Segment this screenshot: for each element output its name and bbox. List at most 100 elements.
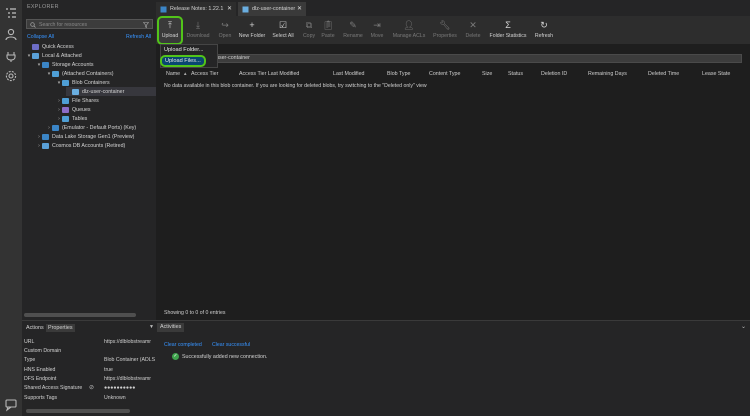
- download-button[interactable]: ⤓ Download: [185, 18, 211, 43]
- manage-acls-button[interactable]: 👤︎ Manage ACLs: [390, 18, 428, 43]
- address-bar: user-container: [156, 53, 750, 64]
- column-header[interactable]: Status: [508, 71, 523, 77]
- column-header[interactable]: Access Tier: [191, 71, 218, 77]
- move-icon: ⇥: [373, 20, 381, 30]
- tree-item-label: Tables: [72, 115, 88, 122]
- column-header[interactable]: Remaining Days: [588, 71, 627, 77]
- delete-label: Delete: [465, 33, 481, 39]
- activity-text: Successfully added new connection.: [182, 353, 268, 360]
- container-icon: [72, 88, 79, 95]
- search-input[interactable]: Search for resources: [26, 19, 153, 29]
- prop-value: Blob Container (ADLS: [104, 357, 156, 363]
- chevron-down-icon[interactable]: ▼: [149, 324, 154, 330]
- tree-item-tables[interactable]: › Tables: [56, 114, 87, 123]
- collapse-all-link[interactable]: Collapse All: [27, 34, 54, 40]
- new-folder-button[interactable]: + New Folder: [237, 18, 267, 43]
- tree-item-emulator[interactable]: › (Emulator - Default Ports) (Key): [46, 123, 136, 132]
- eye-slash-icon[interactable]: ⊘: [89, 384, 94, 391]
- prop-value: Unknown: [104, 395, 126, 401]
- gear-icon[interactable]: [4, 69, 18, 83]
- column-header[interactable]: Deletion ID: [541, 71, 567, 77]
- close-icon[interactable]: ✕: [297, 5, 302, 12]
- refresh-all-link[interactable]: Refresh All: [126, 34, 151, 40]
- tree-item-label: Storage Accounts: [52, 61, 94, 68]
- tree-item-blob-containers[interactable]: ▾ Blob Containers: [56, 78, 110, 87]
- upload-files-item[interactable]: Upload Files...: [160, 55, 206, 67]
- delete-icon: ✕: [469, 20, 477, 30]
- explorer-scrollbar[interactable]: [24, 313, 136, 317]
- search-icon: [30, 21, 36, 28]
- prop-key: Type: [24, 357, 36, 363]
- properties-scrollbar[interactable]: [26, 409, 130, 413]
- clear-completed-link[interactable]: Clear completed: [164, 342, 202, 348]
- tree-item-cosmos-db[interactable]: › Cosmos DB Accounts (Retired): [36, 141, 125, 150]
- close-icon[interactable]: ✕: [227, 5, 232, 12]
- column-header[interactable]: Size: [482, 71, 492, 77]
- tab-release-notes[interactable]: Release Notes: 1.22.1 ✕: [156, 2, 236, 16]
- container-icon: [242, 6, 249, 12]
- tree-item-quick-access[interactable]: Quick Access: [26, 42, 74, 51]
- move-button[interactable]: ⇥ Move: [368, 18, 386, 43]
- data-lake-icon: [42, 133, 49, 140]
- release-notes-icon: [160, 6, 167, 12]
- folder-statistics-label: Folder Statistics: [489, 33, 527, 39]
- tab-actions[interactable]: Actions: [24, 324, 46, 332]
- upload-folder-item[interactable]: Upload Folder...: [164, 47, 204, 53]
- select-all-label: Select All: [272, 33, 294, 39]
- paste-icon: 📋︎: [322, 20, 334, 30]
- refresh-label: Refresh: [534, 33, 554, 39]
- column-header[interactable]: Name: [166, 71, 180, 77]
- table-icon: [62, 115, 69, 122]
- file-share-icon: [62, 97, 69, 104]
- plug-icon[interactable]: [4, 49, 18, 63]
- download-icon: ⤓: [196, 20, 200, 30]
- column-header[interactable]: Access Tier Last Modified: [239, 71, 299, 77]
- tree-item-attached-containers[interactable]: ▾ (Attached Containers): [46, 69, 114, 78]
- column-header[interactable]: Blob Type: [387, 71, 410, 77]
- tree-item-data-lake[interactable]: › Data Lake Storage Gen1 (Preview): [36, 132, 134, 141]
- prop-value: https://dlblobstreamr: [104, 339, 151, 345]
- upload-button[interactable]: ⤒ Upload: [157, 16, 183, 45]
- paste-button[interactable]: 📋︎ Paste: [319, 18, 337, 43]
- select-all-button[interactable]: ☑ Select All: [270, 18, 296, 43]
- tab-properties[interactable]: Properties: [46, 324, 75, 332]
- prop-key: URL: [24, 339, 35, 345]
- tab-dlz-user-container[interactable]: dlz-user-container ✕: [238, 2, 306, 16]
- cosmos-db-icon: [42, 142, 49, 149]
- quick-access-icon: [32, 43, 39, 50]
- rename-button[interactable]: ✎ Rename: [342, 18, 364, 43]
- search-placeholder: Search for resources: [39, 21, 88, 28]
- path-field[interactable]: user-container: [212, 54, 742, 63]
- column-header[interactable]: Content Type: [429, 71, 460, 77]
- chevron-down-icon[interactable]: ⌄: [741, 323, 746, 330]
- feedback-icon[interactable]: [4, 398, 18, 412]
- delete-button[interactable]: ✕ Delete: [463, 18, 483, 43]
- prop-key: Shared Access Signature: [24, 385, 83, 391]
- explorer-icon[interactable]: [4, 6, 18, 20]
- activity-item: ✓ Successfully added new connection.: [172, 353, 267, 360]
- column-header[interactable]: Lease State: [702, 71, 730, 77]
- tree-item-storage-accounts[interactable]: ▾ Storage Accounts: [36, 60, 94, 69]
- activities-panel: Activities ⌄ Clear completed Clear succe…: [156, 320, 750, 416]
- properties-button[interactable]: 🔧︎ Properties: [431, 18, 459, 43]
- account-icon[interactable]: [4, 27, 18, 41]
- blob-icon: [62, 79, 69, 86]
- tree-item-dlz-user-container[interactable]: dlz-user-container: [66, 87, 156, 96]
- tab-activities[interactable]: Activities: [157, 323, 185, 332]
- folder-statistics-button[interactable]: Σ Folder Statistics: [487, 18, 529, 43]
- tree-item-local-attached[interactable]: ▾ Local & Attached: [26, 51, 82, 60]
- tree-item-label: (Emulator - Default Ports) (Key): [62, 124, 137, 131]
- tree-item-label: Data Lake Storage Gen1 (Preview): [52, 133, 135, 140]
- plus-icon: +: [249, 20, 255, 30]
- filter-icon[interactable]: [143, 21, 149, 28]
- refresh-button[interactable]: ↻ Refresh: [533, 18, 555, 43]
- column-header[interactable]: Last Modified: [333, 71, 365, 77]
- tree-item-file-shares[interactable]: › File Shares: [56, 96, 99, 105]
- clear-successful-link[interactable]: Clear successful: [212, 342, 250, 348]
- storage-icon: [52, 124, 59, 131]
- copy-button[interactable]: ⧉ Copy: [301, 18, 317, 43]
- tree-item-label: Cosmos DB Accounts (Retired): [52, 142, 126, 149]
- open-button[interactable]: ↪ Open: [216, 18, 234, 43]
- column-header[interactable]: Deleted Time: [648, 71, 679, 77]
- tree-item-queues[interactable]: › Queues: [56, 105, 91, 114]
